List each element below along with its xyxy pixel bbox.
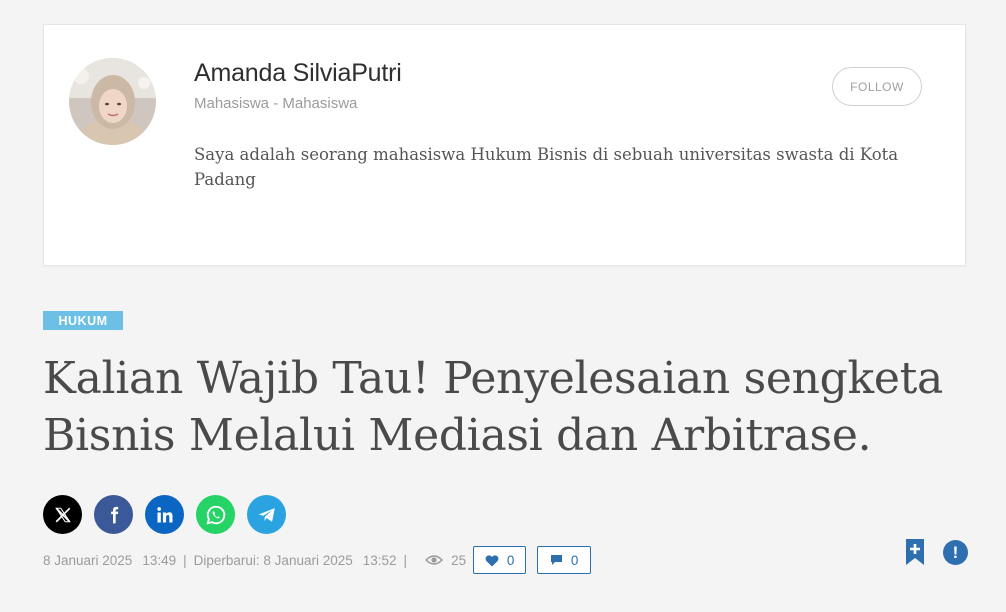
share-telegram-button[interactable] bbox=[247, 495, 286, 534]
comments-count: 0 bbox=[570, 552, 579, 568]
author-bio: Saya adalah seorang mahasiswa Hukum Bisn… bbox=[194, 145, 899, 189]
author-name[interactable]: Amanda SilviaPutri bbox=[194, 59, 402, 88]
likes-count: 0 bbox=[506, 552, 515, 568]
share-buttons bbox=[43, 495, 286, 534]
published-date: 8 Januari 2025 bbox=[43, 552, 133, 568]
article-meta: 8 Januari 2025 13:49 | Diperbarui: 8 Jan… bbox=[43, 545, 592, 575]
published-time: 13:49 bbox=[142, 552, 177, 568]
share-linkedin-button[interactable] bbox=[145, 495, 184, 534]
report-button[interactable]: ! bbox=[943, 540, 968, 565]
share-x-button[interactable] bbox=[43, 495, 82, 534]
category-badge[interactable]: HUKUM bbox=[43, 311, 123, 330]
meta-separator: | bbox=[403, 552, 408, 568]
linkedin-icon bbox=[156, 506, 172, 522]
author-card: Amanda SilviaPutri Mahasiswa - Mahasiswa… bbox=[43, 24, 966, 266]
bookmark-plus-icon bbox=[906, 539, 924, 565]
like-button[interactable]: 0 bbox=[473, 546, 527, 574]
whatsapp-icon bbox=[205, 505, 225, 525]
updated-date: Diperbarui: 8 Januari 2025 bbox=[193, 552, 353, 568]
x-icon bbox=[54, 507, 71, 522]
eye-icon bbox=[425, 554, 444, 566]
comment-icon bbox=[550, 555, 562, 565]
updated-time: 13:52 bbox=[362, 552, 397, 568]
comment-button[interactable]: 0 bbox=[537, 546, 592, 574]
telegram-icon bbox=[258, 507, 275, 522]
author-avatar[interactable] bbox=[69, 58, 156, 145]
bookmark-button[interactable] bbox=[905, 538, 925, 571]
share-whatsapp-button[interactable] bbox=[196, 495, 235, 534]
meta-separator: | bbox=[183, 552, 187, 568]
author-role: Mahasiswa - Mahasiswa bbox=[194, 95, 358, 112]
share-facebook-button[interactable] bbox=[94, 495, 133, 534]
follow-button[interactable]: FOLLOW bbox=[832, 67, 922, 106]
facebook-icon bbox=[110, 506, 118, 523]
exclamation-icon: ! bbox=[952, 542, 959, 562]
views-count: 25 bbox=[451, 552, 467, 568]
heart-icon bbox=[485, 554, 499, 566]
article-title: Kalian Wajib Tau! Penyelesaian sengketa … bbox=[43, 353, 943, 461]
